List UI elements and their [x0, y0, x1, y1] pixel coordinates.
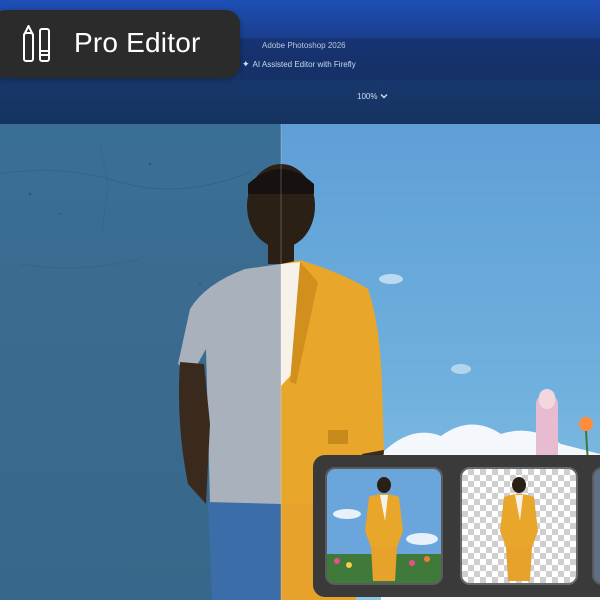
app-subtitle-text: AI Assisted Editor with Firefly — [252, 60, 356, 69]
editor-screenshot: Adobe Photoshop 2026 ✦ AI Assisted Edito… — [0, 0, 600, 600]
badge-label: Pro Editor — [74, 27, 201, 58]
thumbnail-background-removed[interactable] — [460, 467, 578, 585]
pro-editor-badge: Pro Editor — [0, 10, 240, 78]
brush-pencil-icon — [22, 23, 52, 65]
zoom-value: 100% — [357, 92, 378, 101]
thumbnail-original[interactable] — [325, 467, 443, 585]
app-name: Adobe Photoshop 2026 — [262, 41, 346, 50]
chevron-down-icon — [380, 92, 388, 101]
thumbnail-cutout — [500, 477, 538, 581]
sparkle-icon: ✦ — [242, 59, 250, 69]
thumbnail-scene — [327, 469, 441, 583]
app-subtitle: ✦ AI Assisted Editor with Firefly — [242, 59, 356, 70]
thumbnail-variation-3[interactable] — [592, 467, 600, 585]
zoom-dropdown[interactable]: 100% — [357, 92, 388, 101]
before-after-divider[interactable] — [280, 124, 282, 600]
